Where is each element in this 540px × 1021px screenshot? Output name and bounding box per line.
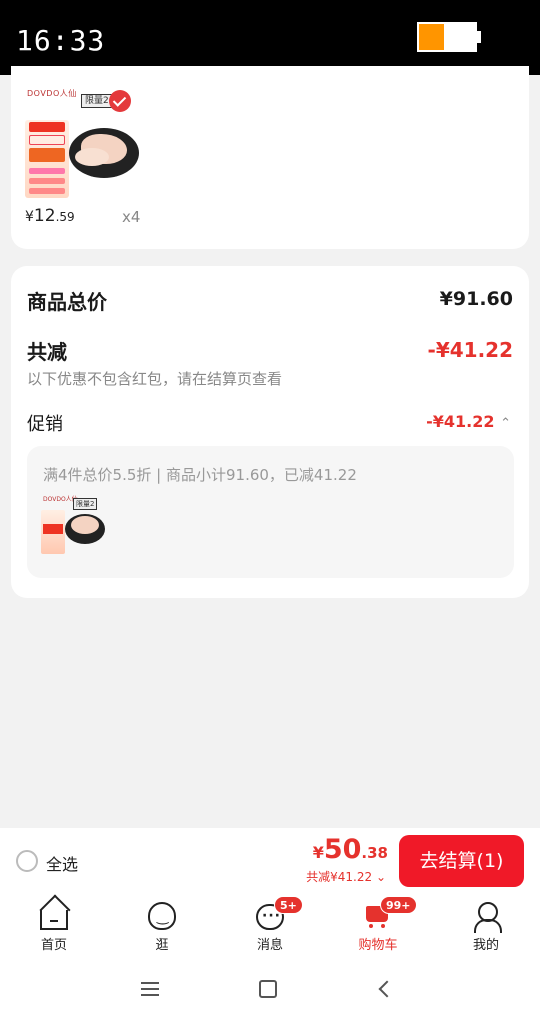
home-icon	[40, 910, 68, 930]
mini-chicken-image	[71, 516, 99, 534]
cart-badge: 99+	[380, 896, 417, 914]
checkout-button[interactable]: 去结算(1)	[399, 835, 524, 887]
bottom-tab-bar: 首页 逛 5+ 消息 99+ 购物车 我的	[0, 894, 540, 956]
tab-label: 首页	[40, 938, 67, 953]
tab-browse[interactable]: 逛	[108, 894, 216, 956]
home-button-icon[interactable]	[259, 980, 277, 998]
tab-profile[interactable]: 我的	[432, 894, 540, 956]
tab-home[interactable]: 首页	[0, 894, 108, 956]
promo-poster	[25, 120, 69, 198]
tab-messages[interactable]: 5+ 消息	[216, 894, 324, 956]
item-price: ¥12.59	[25, 206, 75, 226]
mini-limit-tag: 限量2	[73, 498, 98, 510]
pay-integer: 50	[323, 834, 362, 865]
discount-value: -¥41.22	[427, 338, 513, 362]
chicken-image	[75, 148, 109, 166]
cart-item-card: DOVDO人仙 限量2 ¥12.59 x4	[11, 66, 529, 249]
total-value: ¥91.60	[439, 288, 513, 310]
mini-promo-poster	[41, 510, 65, 554]
browse-icon	[148, 902, 176, 930]
back-icon[interactable]	[378, 980, 396, 998]
price-summary-card: 商品总价 ¥91.60 共减 -¥41.22 以下优惠不包含红包，请在结算页查看…	[11, 266, 529, 598]
tab-cart[interactable]: 99+ 购物车	[324, 894, 432, 956]
promo-detail-panel: 满4件总价5.5折 | 商品小计91.60，已减41.22 DOVDO人仙 限量…	[27, 446, 514, 578]
promo-chip	[29, 148, 65, 162]
checkout-bar: 全选 ¥50.38 共减¥41.22 ⌄ 去结算(1)	[0, 828, 540, 894]
promo-chip	[29, 168, 65, 174]
battery-level	[419, 24, 445, 50]
price-cents: .59	[55, 210, 75, 224]
system-nav-bar	[0, 956, 540, 1021]
tab-label: 消息	[256, 938, 283, 953]
discount-note: 以下优惠不包含红包，请在结算页查看	[27, 370, 283, 388]
checked-icon[interactable]	[109, 90, 131, 112]
pay-currency: ¥	[312, 843, 324, 862]
promo-chip	[29, 135, 65, 145]
promo-chip	[29, 188, 65, 194]
pay-discount-toggle[interactable]: 共减¥41.22 ⌄	[306, 868, 386, 885]
promo-toggle[interactable]: -¥41.22 ⌃	[426, 412, 511, 431]
recent-apps-icon[interactable]	[141, 982, 159, 996]
price-integer: 12	[33, 206, 56, 226]
product-brand: DOVDO人仙	[27, 89, 77, 98]
select-all-radio[interactable]	[16, 850, 38, 872]
message-badge: 5+	[274, 896, 303, 914]
product-image[interactable]: DOVDO人仙 限量2	[25, 84, 155, 198]
promo-chip	[29, 122, 65, 132]
profile-icon	[472, 902, 502, 933]
battery-icon	[417, 22, 477, 52]
promo-chip	[29, 178, 65, 184]
limit-tag: 限量2	[81, 94, 113, 108]
pay-decimal: .38	[361, 844, 388, 862]
chevron-up-icon: ⌃	[500, 416, 511, 431]
promo-description: 满4件总价5.5折 | 商品小计91.60，已减41.22	[43, 466, 357, 484]
promo-value: -¥41.22	[426, 412, 495, 431]
select-all-label[interactable]: 全选	[46, 851, 78, 875]
tab-label: 购物车	[358, 938, 398, 953]
item-quantity: x4	[122, 208, 141, 226]
tab-label: 我的	[472, 938, 499, 953]
price-currency: ¥	[25, 209, 34, 225]
pay-amount: ¥50.38	[313, 834, 388, 865]
status-time: 16:33	[16, 24, 106, 57]
tab-label: 逛	[155, 938, 169, 953]
status-bar: 16:33	[0, 0, 540, 75]
promo-product-thumb[interactable]: DOVDO人仙 限量2	[41, 494, 107, 556]
battery-tip	[477, 31, 481, 43]
